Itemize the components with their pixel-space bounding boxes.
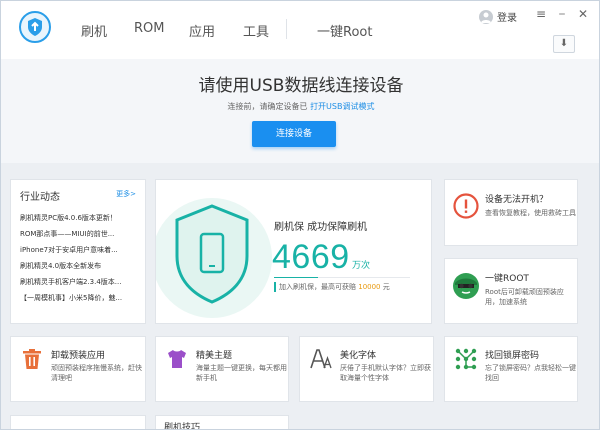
flash-insurance-card[interactable]: 刷机保 成功保障刷机 4669 万次 加入刷机保，最高可获赔 10000 元 (155, 179, 432, 324)
trash-icon (23, 349, 41, 369)
login-button[interactable]: 登录 (479, 9, 517, 24)
font-icon (310, 349, 332, 369)
hero-title: 刷机保 成功保障刷机 (274, 222, 368, 233)
warning-icon (453, 193, 479, 219)
download-icon[interactable]: ⬇ (553, 35, 575, 53)
close-icon[interactable]: ✕ (576, 7, 590, 21)
fonts-card[interactable]: 美化字体 厌倦了手机默认字体？立即获取海量个性字体 (299, 336, 434, 402)
connect-subtitle: 连接前，请确定设备已 打开USB调试模式 (1, 101, 599, 112)
flash-tips-title: 刷机技巧 (164, 423, 201, 430)
connect-title: 请使用USB数据线连接设备 (198, 76, 404, 96)
themes-title: 精美主题 (196, 351, 233, 361)
hero-note-prefix: 加入刷机保，最高可获赔 (279, 283, 356, 291)
minimize-icon[interactable]: – (555, 7, 569, 21)
nav-tab-apps[interactable]: 应用 (189, 21, 215, 40)
news-item[interactable]: 刷机精灵4.0版本全新发布 (20, 258, 140, 274)
recovery-desc: 查看恢复教程，使用救砖工具 (485, 209, 576, 217)
news-title: 行业动态 (20, 192, 60, 203)
uninstall-title: 卸载预装应用 (51, 351, 106, 361)
news-card: 行业动态 更多> 刷机精灵PC版4.0.6版本更新！ ROM那点事——MIUI的… (10, 179, 146, 324)
root-desc: Root后可卸载顽固预装应用，加速系统 (485, 288, 564, 306)
app-window: 刷机 ROM 应用 工具 一键Root 登录 ≡ – ✕ ⬇ 请使用USB数据线… (0, 0, 600, 430)
uninstall-apps-card[interactable]: 卸载预装应用 顽固预装程序拖慢系统，赶快清理吧 (10, 336, 146, 402)
nav-tab-tools[interactable]: 工具 (243, 21, 269, 40)
news-list: 刷机精灵PC版4.0.6版本更新！ ROM那点事——MIUI的前世... iPh… (20, 210, 140, 306)
news-item[interactable]: 刷机精灵手机客户端2.3.4版本... (20, 274, 140, 290)
recovery-title: 设备无法开机？ (485, 195, 549, 205)
hero-note: 加入刷机保，最高可获赔 10000 元 (274, 282, 390, 292)
usb-debug-link[interactable]: 打开USB调试模式 (310, 102, 374, 111)
nav-tab-root[interactable]: 一键Root (317, 21, 372, 40)
root-title: 一键ROOT (485, 274, 529, 284)
lock-password-card[interactable]: 找回锁屏密码 忘了锁屏密码？点我轻松一键找回 (444, 336, 578, 402)
flash-tips-card[interactable]: 刷机技巧 (155, 415, 289, 430)
connect-device-button[interactable]: 连接设备 (252, 121, 336, 147)
pattern-lock-icon (455, 348, 477, 370)
hero-progress-bar (274, 277, 410, 278)
top-nav-bar: 刷机 ROM 应用 工具 一键Root 登录 ≡ – ✕ ⬇ (1, 1, 599, 59)
hero-note-amount: 10000 (358, 283, 381, 291)
fonts-title: 美化字体 (340, 351, 377, 361)
hero-count: 4669 (272, 238, 350, 276)
app-logo-icon[interactable] (19, 11, 51, 43)
hero-note-suffix: 元 (382, 283, 390, 291)
nav-tab-flash[interactable]: 刷机 (81, 21, 107, 40)
login-label: 登录 (497, 13, 517, 24)
feature-cards: 行业动态 更多> 刷机精灵PC版4.0.6版本更新！ ROM那点事——MIUI的… (1, 163, 599, 430)
themes-desc: 海量主题一键更换，每天都用新手机 (196, 364, 287, 382)
news-item[interactable]: 刷机精灵PC版4.0.6版本更新！ (20, 210, 140, 226)
hero-progress-fill (274, 277, 318, 278)
one-click-root-card[interactable]: 一键ROOT Root后可卸载顽固预装应用，加速系统 (444, 258, 578, 324)
connect-panel: 请使用USB数据线连接设备 连接前，请确定设备已 打开USB调试模式 连接设备 (1, 59, 599, 163)
tshirt-icon (168, 350, 186, 368)
nav-divider (286, 19, 287, 39)
news-item[interactable]: iPhone7对于安卓用户意味着... (20, 242, 140, 258)
nav-tab-rom[interactable]: ROM (134, 21, 164, 36)
themes-card[interactable]: 精美主题 海量主题一键更换，每天都用新手机 (155, 336, 289, 402)
news-item[interactable]: 【一周模机事】小米5降价，魅... (20, 290, 140, 306)
news-more-link[interactable]: 更多> (116, 189, 136, 199)
uninstall-desc: 顽固预装程序拖慢系统，赶快清理吧 (51, 364, 142, 382)
recovery-card[interactable]: 设备无法开机？ 查看恢复教程，使用救砖工具 (444, 179, 578, 246)
lock-title: 找回锁屏密码 (485, 351, 540, 361)
hero-unit: 万次 (352, 261, 371, 271)
partial-card-left[interactable] (10, 415, 146, 429)
fonts-desc: 厌倦了手机默认字体？立即获取海量个性字体 (340, 364, 431, 382)
news-item[interactable]: ROM那点事——MIUI的前世... (20, 226, 140, 242)
connect-subtitle-text: 连接前，请确定设备已 (227, 102, 308, 111)
hamburger-icon[interactable]: ≡ (534, 7, 548, 21)
avatar-icon (479, 9, 493, 24)
root-mascot-icon (453, 273, 479, 299)
lock-desc: 忘了锁屏密码？点我轻松一键找回 (485, 364, 576, 382)
